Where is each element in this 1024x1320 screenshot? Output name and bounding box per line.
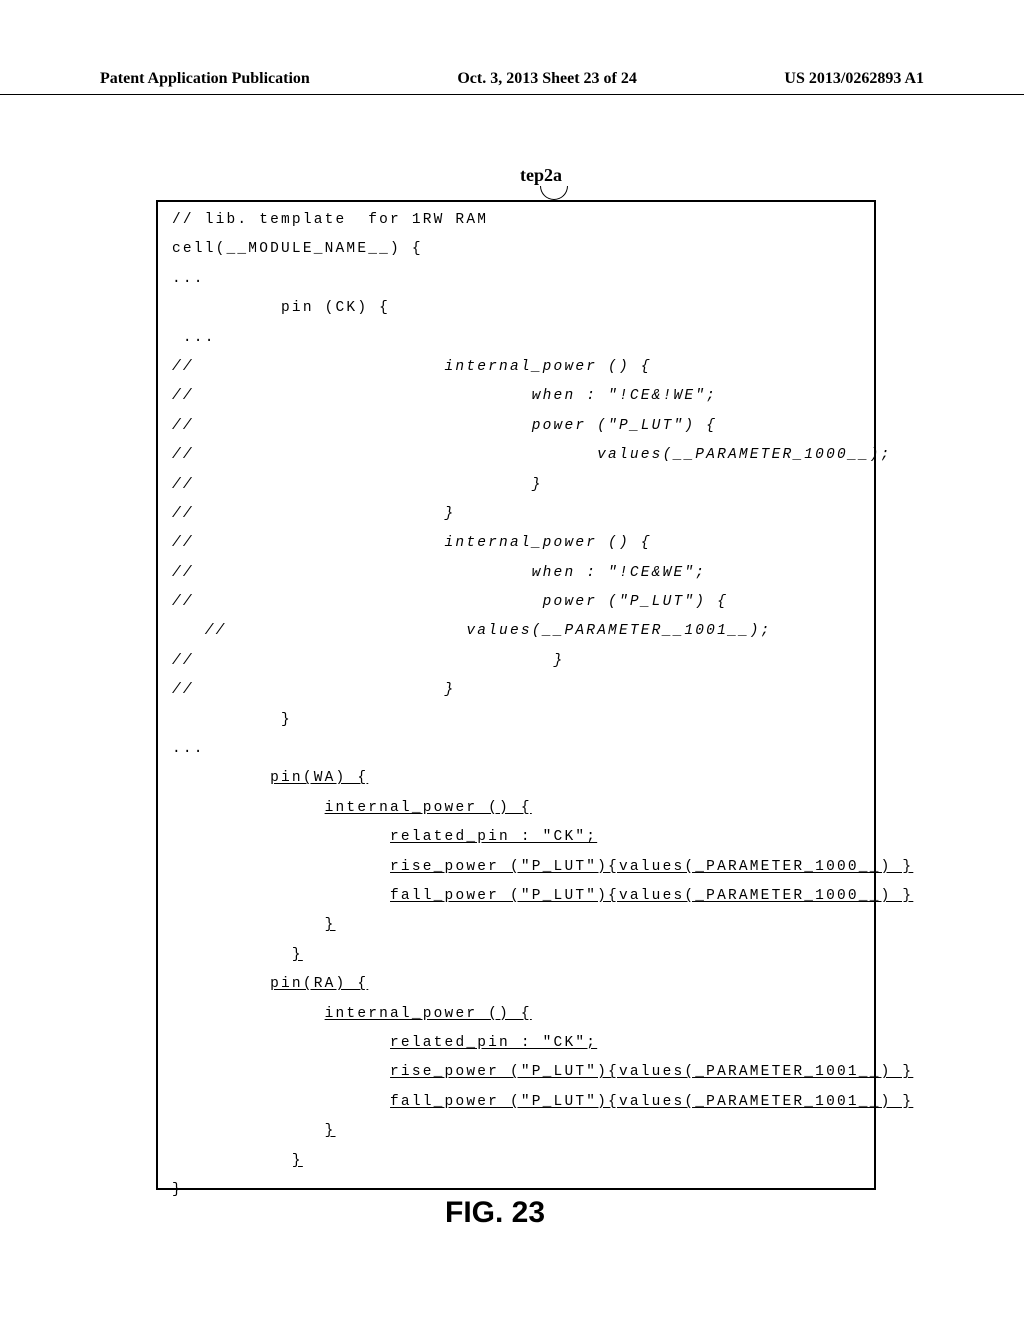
figure-caption: FIG. 23	[445, 1196, 545, 1230]
page-header: Patent Application Publication Oct. 3, 2…	[0, 0, 1024, 95]
figure-label-tep2a: tep2a	[520, 165, 562, 186]
code-line: // internal_power () {	[172, 359, 860, 376]
code-line: // when : "!CE&!WE";	[172, 388, 860, 405]
code-line: // power ("P_LUT") {	[172, 594, 860, 611]
code-line: ...	[172, 330, 860, 347]
header-center: Oct. 3, 2013 Sheet 23 of 24	[457, 70, 637, 88]
code-line: }	[172, 712, 860, 729]
code-line: internal_power () {	[172, 1006, 860, 1023]
code-line: // internal_power () {	[172, 535, 860, 552]
code-line: rise_power ("P_LUT"){values(_PARAMETER_1…	[172, 1064, 860, 1081]
code-line: // }	[172, 653, 860, 670]
code-line: internal_power () {	[172, 800, 860, 817]
code-line: pin(WA) {	[172, 770, 860, 787]
code-line: }	[172, 917, 860, 934]
code-line: rise_power ("P_LUT"){values(_PARAMETER_1…	[172, 859, 860, 876]
code-line: related_pin : "CK";	[172, 1035, 860, 1052]
code-line: fall_power ("P_LUT"){values(_PARAMETER_1…	[172, 888, 860, 905]
code-line: // lib. template for 1RW RAM	[172, 212, 860, 229]
code-line: pin(RA) {	[172, 976, 860, 993]
code-line: }	[172, 947, 860, 964]
header-right: US 2013/0262893 A1	[784, 70, 924, 88]
code-line: // power ("P_LUT") {	[172, 418, 860, 435]
code-line: // }	[172, 477, 860, 494]
code-line: // values(__PARAMETER__1001__);	[172, 623, 860, 640]
code-line: ...	[172, 271, 860, 288]
callout-arc-icon	[540, 186, 568, 200]
code-line: // values(__PARAMETER_1000__);	[172, 447, 860, 464]
code-template-box: // lib. template for 1RW RAM cell(__MODU…	[156, 200, 876, 1190]
code-line: cell(__MODULE_NAME__) {	[172, 241, 860, 258]
code-line: }	[172, 1153, 860, 1170]
code-line: }	[172, 1123, 860, 1140]
code-line: // when : "!CE&WE";	[172, 565, 860, 582]
code-line: // }	[172, 682, 860, 699]
code-line: related_pin : "CK";	[172, 829, 860, 846]
header-left: Patent Application Publication	[100, 70, 310, 88]
code-line: pin (CK) {	[172, 300, 860, 317]
code-line: // }	[172, 506, 860, 523]
code-line: ...	[172, 741, 860, 758]
code-line: fall_power ("P_LUT"){values(_PARAMETER_1…	[172, 1094, 860, 1111]
